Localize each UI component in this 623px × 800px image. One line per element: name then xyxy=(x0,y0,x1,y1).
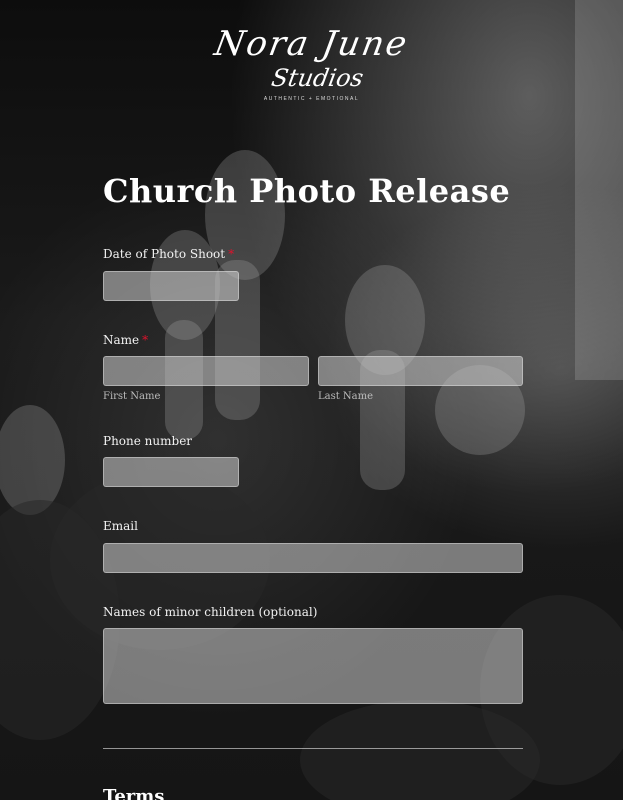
date-label: Date of Photo Shoot * xyxy=(103,247,234,261)
section-divider xyxy=(103,748,523,749)
email-label: Email xyxy=(103,519,138,533)
children-label: Names of minor children (optional) xyxy=(103,605,318,619)
logo-tagline: AUTHENTIC + EMOTIONAL xyxy=(263,96,360,102)
brand-logo: Nora June Studios AUTHENTIC + EMOTIONAL xyxy=(0,24,623,102)
date-input[interactable] xyxy=(103,271,239,301)
name-label: Name * xyxy=(103,333,148,347)
page-title: Church Photo Release xyxy=(103,172,511,210)
email-input[interactable] xyxy=(103,543,523,573)
children-textarea[interactable] xyxy=(103,628,523,704)
phone-label: Phone number xyxy=(103,434,193,448)
terms-heading: Terms xyxy=(103,786,165,800)
date-label-text: Date of Photo Shoot xyxy=(103,247,226,261)
last-name-input[interactable] xyxy=(318,356,523,386)
name-label-text: Name xyxy=(103,333,140,347)
phone-input[interactable] xyxy=(103,457,239,487)
first-name-sublabel: First Name xyxy=(103,391,161,402)
required-marker: * xyxy=(228,247,235,261)
logo-wordmark-bottom: Studios xyxy=(269,64,366,92)
last-name-sublabel: Last Name xyxy=(318,391,374,402)
first-name-input[interactable] xyxy=(103,356,309,386)
required-marker: * xyxy=(142,333,149,347)
logo-wordmark-top: Nora June xyxy=(211,24,412,64)
